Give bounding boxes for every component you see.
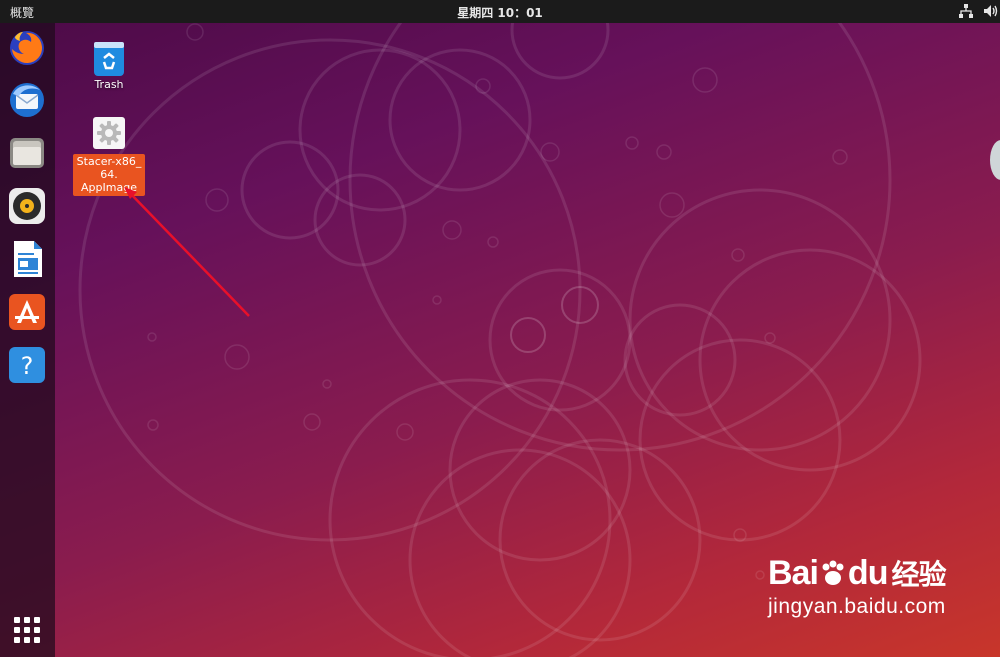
stacer-label-line-1: Stacer-x86_ <box>76 155 142 168</box>
clock-label[interactable]: 星期四 10：01 <box>457 6 543 20</box>
svg-text:?: ? <box>21 352 34 380</box>
watermark-url: jingyan.baidu.com <box>768 595 946 618</box>
trash-icon <box>94 42 124 76</box>
activities-button[interactable]: 概覽 <box>10 4 34 21</box>
trash-desktop-icon[interactable]: Trash <box>73 40 145 91</box>
watermark-brand-right: du <box>847 553 889 592</box>
baidu-watermark: Bai du 经验 jingyan.baidu.com <box>768 553 958 619</box>
thunderbird-icon[interactable] <box>7 80 47 120</box>
stacer-appimage-desktop-icon[interactable]: Stacer-x86_ 64. AppImage <box>73 116 145 196</box>
paw-icon <box>822 560 844 585</box>
top-bar: 概覽 星期四 10：01 <box>0 0 1000 23</box>
writer-icon[interactable] <box>7 239 47 279</box>
watermark-brand-cn: 经验 <box>891 558 946 591</box>
watermark-brand: Bai du 经验 <box>768 553 958 593</box>
software-icon[interactable] <box>7 292 47 332</box>
executable-gear-icon <box>93 117 125 149</box>
stacer-label-line-3: AppImage <box>81 181 137 194</box>
network-icon[interactable] <box>958 3 974 19</box>
watermark-brand-left: Bai <box>768 553 819 592</box>
stacer-label-line-2: 64. <box>100 168 118 181</box>
stacer-label: Stacer-x86_ 64. AppImage <box>73 154 145 196</box>
apps-grid-icon[interactable] <box>14 617 40 643</box>
clock-area: 星期四 10：01 <box>0 4 1000 21</box>
files-icon[interactable] <box>7 133 47 173</box>
dock: ? <box>0 23 55 657</box>
help-icon[interactable]: ? <box>7 345 47 385</box>
trash-label: Trash <box>94 78 124 91</box>
firefox-icon[interactable] <box>7 27 47 67</box>
rhythmbox-icon[interactable] <box>7 186 47 226</box>
system-tray[interactable] <box>958 3 1000 20</box>
volume-icon[interactable] <box>982 3 998 19</box>
